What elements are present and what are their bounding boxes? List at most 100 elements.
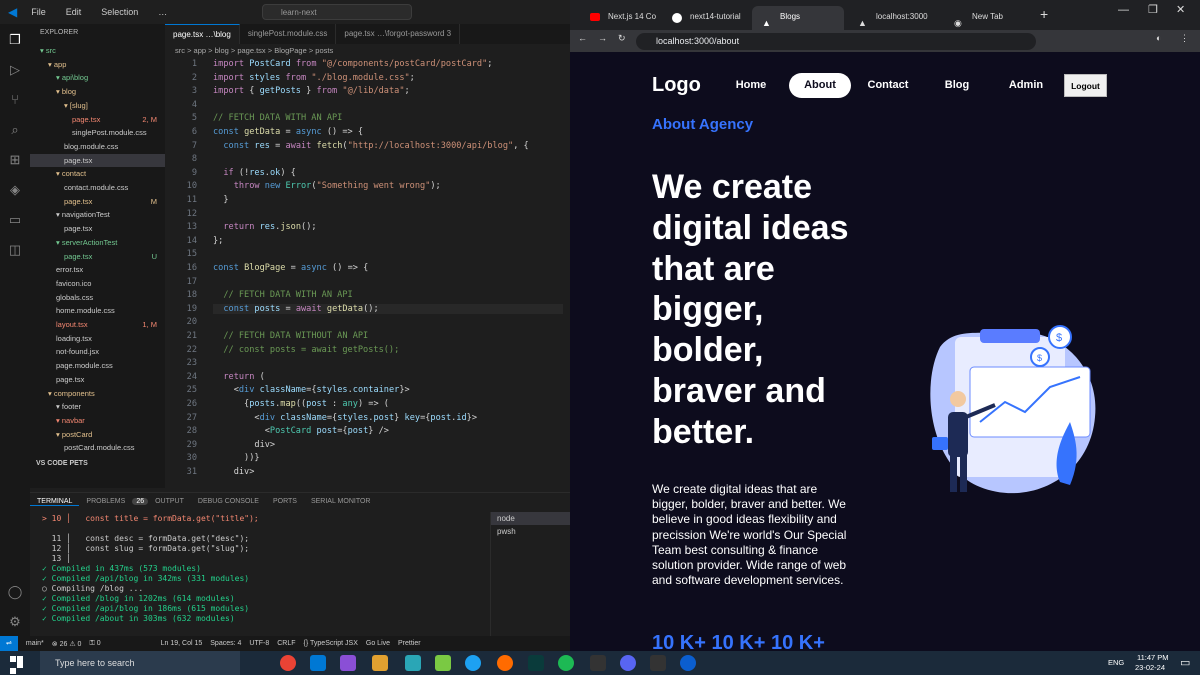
file-item[interactable]: loading.tsx: [30, 332, 165, 346]
file-item[interactable]: favicon.ico: [30, 277, 165, 291]
source-control-icon[interactable]: ⑂: [7, 92, 23, 108]
app-icon[interactable]: [680, 655, 696, 671]
file-item[interactable]: page.tsx 2, M: [30, 113, 165, 127]
folder-item[interactable]: ▾ postCard: [30, 428, 165, 442]
vscode-icon[interactable]: [310, 655, 326, 671]
testing-icon[interactable]: ◫: [7, 242, 23, 258]
folder-item[interactable]: ▾ app: [30, 58, 165, 72]
code-line[interactable]: // FETCH DATA WITH AN API: [213, 290, 352, 300]
status-language[interactable]: {} TypeScript JSX: [304, 640, 358, 647]
session-pwsh[interactable]: pwsh: [491, 525, 570, 538]
windows-start-icon[interactable]: [10, 656, 24, 674]
code-line[interactable]: // FETCH DATA WITH AN API: [213, 113, 342, 123]
terminal-output[interactable]: > 10 │ const title = formData.get("title…: [30, 512, 488, 636]
file-item[interactable]: singlePost.module.css: [30, 126, 165, 140]
code-line[interactable]: };: [213, 236, 223, 246]
file-item[interactable]: globals.css: [30, 291, 165, 305]
file-item[interactable]: page.tsx: [30, 373, 165, 387]
code-line[interactable]: div>: [213, 467, 255, 477]
spotify-icon[interactable]: [558, 655, 574, 671]
code-line[interactable]: // const posts = await getPosts();: [213, 345, 399, 355]
code-line[interactable]: <div className={styles.container}>: [213, 385, 410, 395]
folder-item[interactable]: ▾ [slug]: [30, 99, 165, 113]
file-item[interactable]: postCard.module.css: [30, 441, 165, 455]
file-item[interactable]: page.tsx: [30, 153, 165, 168]
code-line[interactable]: {posts.map((post : any) => (: [213, 399, 389, 409]
status-spaces[interactable]: Spaces: 4: [210, 640, 241, 647]
chrome-icon[interactable]: [280, 655, 296, 671]
tab-problems[interactable]: PROBLEMS: [79, 498, 132, 505]
code-editor[interactable]: 1 import PostCard from "@/components/post…: [165, 57, 565, 488]
maximize-icon[interactable]: ❐: [1148, 3, 1158, 16]
status-go-live[interactable]: Go Live: [366, 640, 390, 647]
code-line[interactable]: const BlogPage = async () => {: [213, 263, 368, 273]
status-prettier[interactable]: Prettier: [398, 640, 421, 647]
code-line[interactable]: <PostCard post={post} />: [213, 426, 389, 436]
browser-tab-4[interactable]: ◉ New Tab: [944, 6, 1036, 30]
code-line[interactable]: if (!res.ok) {: [213, 168, 296, 178]
tab-output[interactable]: OUTPUT: [148, 498, 191, 505]
back-icon[interactable]: ←: [578, 33, 587, 43]
status-cursor[interactable]: Ln 19, Col 15: [161, 640, 203, 647]
url-input[interactable]: localhost:3000/about: [636, 33, 1036, 50]
file-item[interactable]: page.tsx M: [30, 195, 165, 209]
folder-item[interactable]: ▾ navigationTest: [30, 208, 165, 222]
site-logo[interactable]: Logo: [652, 74, 701, 97]
app-icon[interactable]: [435, 655, 451, 671]
status-branch[interactable]: main*: [26, 640, 44, 647]
new-tab-icon[interactable]: +: [1040, 6, 1048, 22]
app-icon[interactable]: [528, 655, 544, 671]
explorer-icon[interactable]: ❐: [7, 32, 23, 48]
code-line[interactable]: }: [213, 195, 228, 205]
run-debug-icon[interactable]: ▷: [7, 62, 23, 78]
code-line[interactable]: const res = await fetch("http://localhos…: [213, 141, 528, 151]
taskbar-search[interactable]: Type here to search: [40, 651, 240, 675]
close-icon[interactable]: ✕: [1176, 3, 1185, 16]
menu-file[interactable]: File: [25, 7, 52, 17]
file-item[interactable]: error.tsx: [30, 263, 165, 277]
code-line[interactable]: import styles from "./blog.module.css";: [213, 73, 415, 83]
folder-item[interactable]: ▾ serverActionTest: [30, 236, 165, 250]
remote-indicator-icon[interactable]: ⇌: [0, 636, 18, 651]
folder-item[interactable]: ▾ contact: [30, 167, 165, 181]
clock-time[interactable]: 11:47 PM: [1137, 653, 1169, 662]
search-icon[interactable]: ⌕: [7, 122, 23, 138]
status-ports[interactable]: ⚿ 0: [89, 640, 100, 648]
tab-page-tsx-blog[interactable]: page.tsx …\blog: [165, 24, 240, 44]
app-icon[interactable]: [497, 655, 513, 671]
session-node[interactable]: node: [491, 512, 570, 525]
menu-edit[interactable]: Edit: [60, 7, 88, 17]
tab-ports[interactable]: PORTS: [266, 498, 304, 505]
profile-avatar-icon[interactable]: ◐: [1156, 33, 1161, 43]
code-line[interactable]: div>: [213, 440, 275, 450]
code-line[interactable]: const getData = async () => {: [213, 127, 363, 137]
browser-tab-1[interactable]: next14-tutorial: [662, 6, 748, 30]
folder-item[interactable]: ▾ components: [30, 387, 165, 401]
code-line[interactable]: import { getPosts } from "@/lib/data";: [213, 86, 410, 96]
folder-item[interactable]: ▾ blog: [30, 85, 165, 99]
code-line[interactable]: // FETCH DATA WITHOUT AN API: [213, 331, 368, 341]
code-line[interactable]: throw new Error("Something went wrong");: [213, 181, 441, 191]
vscode-pets-section[interactable]: VS CODE PETS: [30, 457, 165, 471]
terminal-icon[interactable]: [590, 655, 606, 671]
browser-tab-2[interactable]: ▲ Blogs: [752, 6, 844, 30]
tab-terminal[interactable]: TERMINAL: [30, 498, 80, 506]
status-problems[interactable]: ⊗ 26 ⚠ 0: [52, 640, 82, 648]
browser-tab-0[interactable]: Next.js 14 Co: [580, 6, 658, 30]
folder-item[interactable]: ▾ api\blog: [30, 71, 165, 85]
code-line[interactable]: import PostCard from "@/components/postC…: [213, 59, 492, 69]
account-icon[interactable]: ◯: [7, 584, 23, 600]
folder-item[interactable]: ▾ src: [30, 44, 165, 58]
app-icon[interactable]: [405, 655, 421, 671]
settings-gear-icon[interactable]: ⚙: [7, 614, 23, 630]
docker-icon[interactable]: ◈: [7, 182, 23, 198]
menu-more[interactable]: …: [152, 7, 173, 17]
folder-item[interactable]: ▾ navbar: [30, 414, 165, 428]
visual-studio-icon[interactable]: [340, 655, 356, 671]
code-line[interactable]: return res.json();: [213, 222, 316, 232]
status-encoding[interactable]: UTF-8: [249, 640, 269, 647]
file-item[interactable]: home.module.css: [30, 304, 165, 318]
file-item[interactable]: layout.tsx 1, M: [30, 318, 165, 332]
reload-icon[interactable]: ↻: [618, 33, 626, 44]
nav-home[interactable]: Home: [728, 73, 774, 98]
